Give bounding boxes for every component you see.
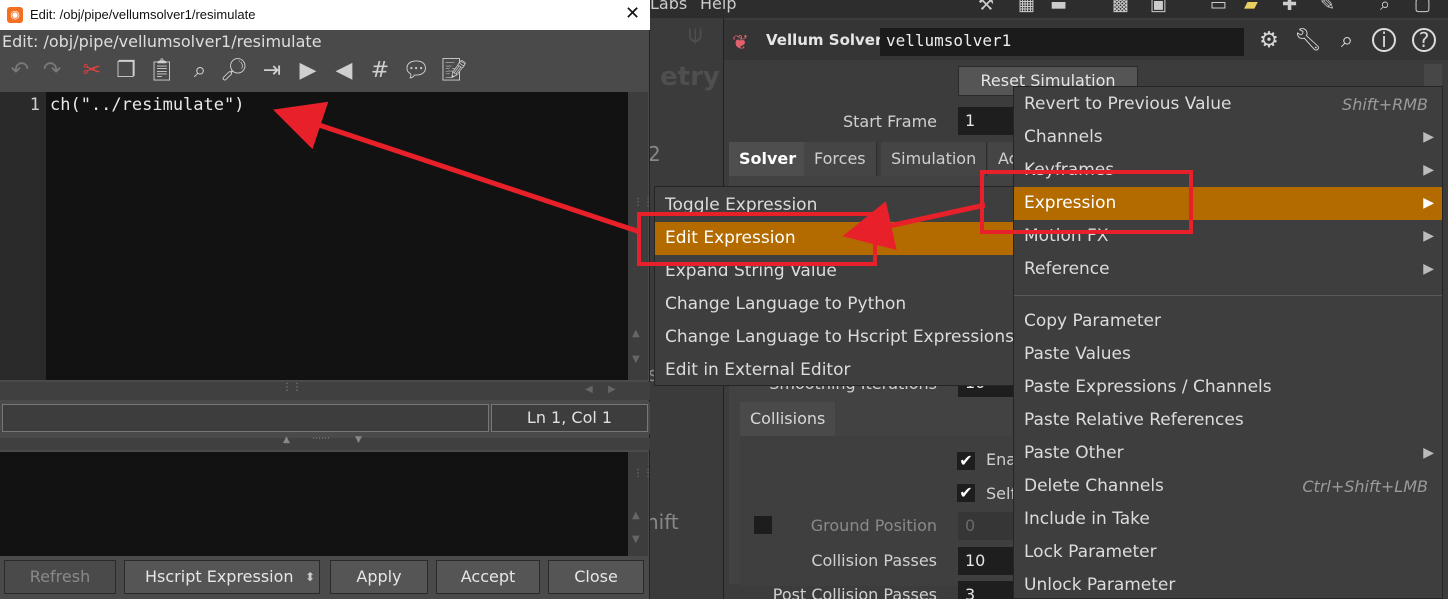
annotation-arrow-to-editor: [273, 101, 641, 235]
annotation-arrow-to-submenu: [842, 201, 986, 250]
annotation-arrows: [273, 101, 986, 250]
